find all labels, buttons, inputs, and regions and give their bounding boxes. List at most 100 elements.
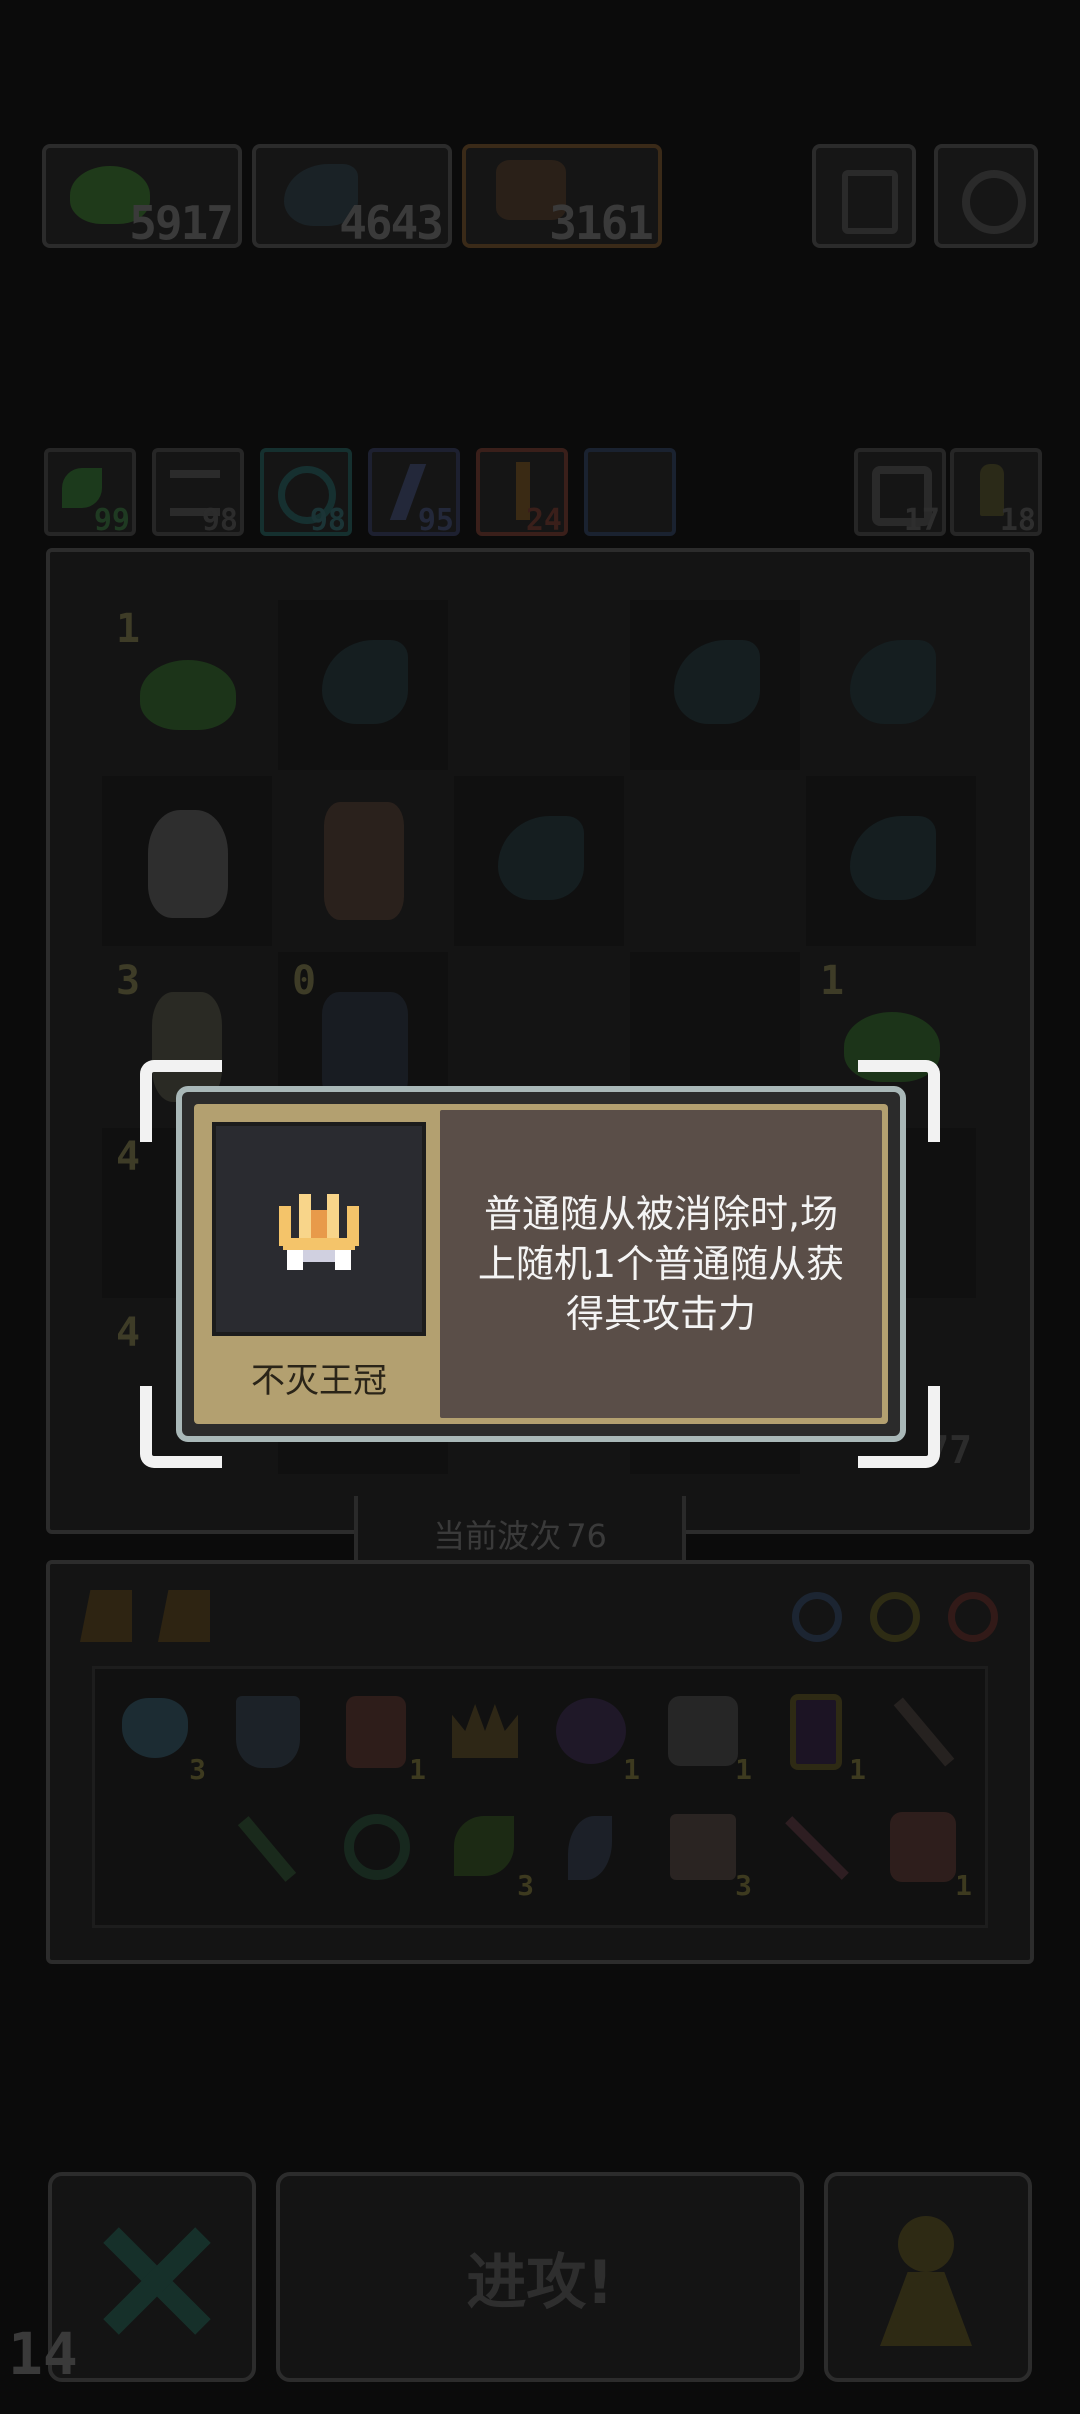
resource-value: 4643 — [339, 196, 444, 250]
ring-red-icon[interactable] — [948, 1592, 998, 1642]
potion-icon — [790, 1694, 842, 1770]
settings-button[interactable] — [934, 144, 1038, 248]
glove-icon — [890, 1812, 956, 1882]
synergy-lightning[interactable]: 95 — [368, 448, 460, 538]
feather-icon — [568, 1816, 612, 1880]
item-name-plate: 不灭王冠 — [206, 1338, 432, 1416]
item-crown[interactable] — [442, 1690, 528, 1776]
dark-orb-icon — [556, 1698, 626, 1764]
item-count: 3 — [517, 1869, 534, 1902]
crown-icon — [452, 1704, 518, 1758]
board-cell[interactable]: 1 — [102, 600, 272, 770]
board-cell[interactable] — [806, 776, 976, 946]
ghost-icon — [148, 810, 228, 918]
arrow-icon — [785, 1816, 849, 1880]
unit-level: 4 — [116, 1134, 141, 1180]
item-portrait — [212, 1122, 426, 1336]
board-cell[interactable] — [630, 776, 800, 946]
unit-level: 4 — [116, 1310, 141, 1356]
resource-orc: 3161 — [462, 144, 662, 250]
synergy-count: 98 — [309, 503, 346, 538]
ring-gold-icon[interactable] — [870, 1592, 920, 1642]
item-heart-gem[interactable]: 3 — [114, 1690, 206, 1786]
item-arrow[interactable] — [774, 1806, 860, 1892]
synergy-leaf[interactable]: 99 — [44, 448, 136, 538]
slime-icon — [140, 660, 236, 730]
synergy-count: 99 — [93, 503, 130, 538]
item-description: 普通随从被消除时,场 上随机1个普通随从获 得其攻击力 — [440, 1110, 882, 1418]
item-count: 1 — [849, 1753, 866, 1786]
board-cell[interactable] — [806, 600, 976, 770]
wave-creature-icon — [850, 640, 936, 724]
unit-level: 1 — [820, 958, 845, 1004]
item-wand[interactable] — [880, 1690, 966, 1776]
unit-level: 0 — [292, 958, 317, 1004]
item-shield[interactable] — [226, 1690, 312, 1776]
fist-icon — [668, 1696, 738, 1766]
item-fist[interactable]: 1 — [660, 1690, 752, 1786]
pawn-head-icon — [898, 2216, 954, 2272]
pawn-icon — [880, 2272, 972, 2346]
item-count: 1 — [955, 1869, 972, 1902]
resource-value: 5917 — [129, 196, 234, 250]
wave-number: 76 — [566, 1517, 607, 1555]
item-count: 3 — [735, 1869, 752, 1902]
attack-button[interactable]: 进攻! — [276, 2172, 804, 2382]
item-count: 1 — [409, 1753, 426, 1786]
item-glove[interactable]: 1 — [880, 1806, 972, 1902]
synergy-count: 24 — [525, 503, 562, 538]
orc-icon — [324, 802, 404, 920]
item-name: 不灭王冠 — [251, 1360, 387, 1401]
ring-blue-icon[interactable] — [792, 1592, 842, 1642]
scroll-icon — [670, 1814, 736, 1880]
resource-slime: 5917 — [42, 144, 242, 250]
item-count: 3 — [189, 1753, 206, 1786]
wave-creature-icon — [322, 640, 408, 724]
board-cell[interactable] — [630, 600, 800, 770]
pawn-button[interactable] — [824, 2172, 1032, 2382]
wave-creature-icon — [498, 816, 584, 900]
crown-icon — [279, 1194, 359, 1270]
synergy-count: 98 — [201, 503, 238, 538]
attack-label: 进攻! — [466, 2247, 614, 2318]
wand-icon — [893, 1697, 955, 1767]
board-cell[interactable] — [278, 776, 448, 946]
synergy-count: 95 — [417, 503, 454, 538]
help-icon — [842, 170, 898, 234]
cancel-button[interactable] — [48, 2172, 256, 2382]
herb-icon — [454, 1816, 514, 1876]
board-cell[interactable] — [278, 600, 448, 770]
item-potion[interactable]: 1 — [774, 1690, 866, 1786]
item-herb[interactable]: 3 — [442, 1806, 534, 1902]
item-tooltip: 不灭王冠 普通随从被消除时,场 上随机1个普通随从获 得其攻击力 — [176, 1086, 906, 1442]
help-button[interactable] — [812, 144, 916, 248]
item-count: 1 — [623, 1753, 640, 1786]
synergy-sword[interactable]: 24 — [476, 448, 568, 538]
item-dark-orb[interactable]: 1 — [548, 1690, 640, 1786]
shield-icon — [236, 1696, 300, 1768]
item-jar[interactable]: 1 — [334, 1690, 426, 1786]
description-line: 普通随从被消除时,场 — [483, 1192, 839, 1236]
item-scroll[interactable]: 3 — [660, 1806, 752, 1902]
item-feather[interactable] — [548, 1806, 634, 1892]
synergy-wing[interactable]: 98 — [152, 448, 244, 538]
unit-level: 3 — [116, 958, 141, 1004]
resource-value: 3161 — [549, 196, 654, 250]
jar-icon — [346, 1696, 406, 1768]
wave-creature-icon — [850, 816, 936, 900]
synergy-empty[interactable] — [584, 448, 676, 536]
heart-gem-icon — [122, 1698, 188, 1758]
reroll-counter[interactable]: 17 — [854, 448, 946, 538]
synergy-swirl[interactable]: 98 — [260, 448, 352, 538]
item-axe[interactable] — [226, 1806, 312, 1892]
board-cell[interactable] — [454, 776, 624, 946]
board-cell[interactable] — [102, 776, 272, 946]
pawn-counter[interactable]: 18 — [950, 448, 1042, 538]
board-cell[interactable] — [454, 600, 624, 770]
fps-counter: 14 — [8, 2320, 78, 2388]
ring-icon — [344, 1814, 410, 1880]
reroll-count: 17 — [903, 503, 940, 538]
wave-creature-icon — [674, 640, 760, 724]
item-count: 1 — [735, 1753, 752, 1786]
item-ring[interactable] — [334, 1806, 420, 1892]
